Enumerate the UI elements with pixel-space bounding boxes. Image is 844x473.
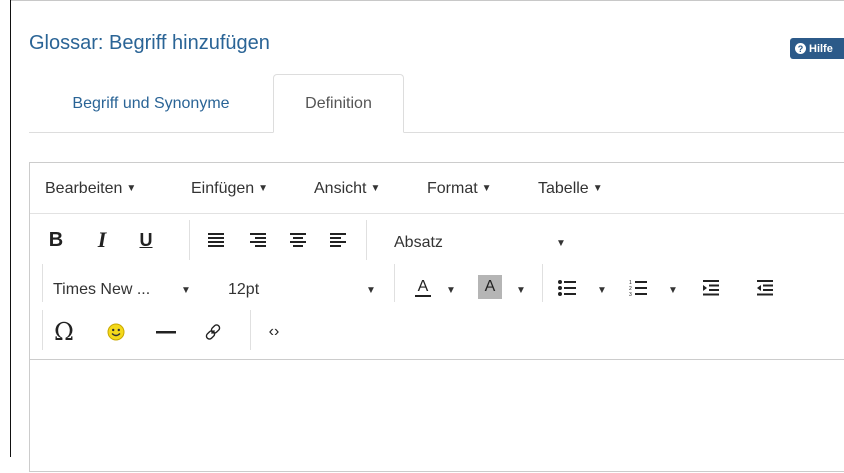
bullet-list-icon <box>558 280 576 296</box>
menu-bearbeiten[interactable]: Bearbeiten ▼ <box>45 180 136 198</box>
toolbar-separator <box>542 264 543 302</box>
frame-top-border <box>10 0 844 1</box>
emoticon-icon <box>107 323 125 341</box>
caret-down-icon[interactable]: ▼ <box>597 285 607 296</box>
outdent-icon <box>703 280 719 296</box>
horizontal-rule-icon <box>156 331 176 334</box>
help-button[interactable]: ? Hilfe <box>790 38 844 59</box>
menu-format[interactable]: Format ▼ <box>427 180 492 198</box>
emoticons-button[interactable] <box>103 319 129 345</box>
text-color-glyph: A <box>417 278 429 295</box>
align-justify-button[interactable] <box>324 226 352 254</box>
tab-label: Begriff und Synonyme <box>72 94 230 112</box>
outdent-button[interactable] <box>698 274 724 302</box>
caret-down-icon[interactable]: ▼ <box>668 285 678 296</box>
numbered-list-button[interactable]: 1 2 3 <box>625 274 651 302</box>
tab-definition[interactable]: Definition <box>273 74 404 133</box>
caret-down-icon: ▼ <box>366 285 376 296</box>
editor-toolbar: B I U Absatz ▼ Times New ... ▼ 12pt ▼ A … <box>30 214 844 360</box>
bullet-list-button[interactable] <box>554 274 580 302</box>
rich-text-editor: Bearbeiten ▼ Einfügen ▼ Ansicht ▼ Format ▼ T… <box>29 162 844 472</box>
font-size-value: 12pt <box>228 281 260 298</box>
caret-down-icon: ▼ <box>556 238 566 249</box>
caret-down-icon: ▼ <box>592 183 603 194</box>
question-icon: ? <box>795 43 806 54</box>
text-color-button[interactable]: A <box>410 274 436 302</box>
help-button-label: Hilfe <box>809 42 833 55</box>
link-icon <box>205 324 221 340</box>
tab-begriff-und-synonyme[interactable]: Begriff und Synonyme <box>29 74 273 133</box>
underline-button[interactable]: U <box>132 226 160 254</box>
background-color-button[interactable]: A <box>478 275 502 299</box>
caret-down-icon: ▼ <box>126 183 137 194</box>
toolbar-separator <box>189 220 190 260</box>
text-color-underline <box>415 295 431 297</box>
caret-down-icon: ▼ <box>181 285 191 296</box>
toolbar-separator <box>394 264 395 302</box>
toolbar-separator <box>366 220 367 260</box>
frame-left-border <box>10 0 11 457</box>
align-left-icon <box>208 233 224 247</box>
tabs-divider <box>29 132 844 133</box>
toolbar-separator <box>42 264 43 302</box>
indent-icon <box>757 280 773 296</box>
caret-down-icon: ▼ <box>370 183 381 194</box>
insert-link-button[interactable] <box>200 319 226 345</box>
align-center-icon <box>290 233 306 247</box>
editor-menubar: Bearbeiten ▼ Einfügen ▼ Ansicht ▼ Format ▼ T… <box>30 163 844 214</box>
special-character-button[interactable]: Ω <box>49 317 79 347</box>
menu-tabelle[interactable]: Tabelle ▼ <box>538 180 603 198</box>
indent-button[interactable] <box>752 274 778 302</box>
align-left-button[interactable] <box>202 226 230 254</box>
italic-button[interactable]: I <box>88 226 116 254</box>
svg-text:3: 3 <box>629 292 632 297</box>
align-right-button[interactable] <box>244 226 272 254</box>
caret-down-icon: ▼ <box>481 183 492 194</box>
bold-button[interactable]: B <box>42 226 70 254</box>
menu-ansicht[interactable]: Ansicht ▼ <box>314 180 380 198</box>
caret-down-icon[interactable]: ▼ <box>446 285 456 296</box>
numbered-list-icon: 1 2 3 <box>629 280 647 297</box>
caret-down-icon[interactable]: ▼ <box>516 285 526 296</box>
source-code-button[interactable]: ‹› <box>261 319 287 345</box>
block-format-value: Absatz <box>394 234 443 251</box>
align-center-button[interactable] <box>284 226 312 254</box>
tab-label: Definition <box>305 94 372 112</box>
page-title: Glossar: Begriff hinzufügen <box>29 32 270 54</box>
font-family-value: Times New ... <box>53 281 151 298</box>
horizontal-rule-button[interactable] <box>152 319 180 345</box>
caret-down-icon: ▼ <box>258 183 269 194</box>
align-justify-icon <box>330 233 346 247</box>
align-right-icon <box>250 233 266 247</box>
menu-einfuegen[interactable]: Einfügen ▼ <box>191 180 268 198</box>
toolbar-separator <box>250 310 251 350</box>
editor-content-area[interactable] <box>30 360 844 473</box>
toolbar-separator <box>42 310 43 350</box>
